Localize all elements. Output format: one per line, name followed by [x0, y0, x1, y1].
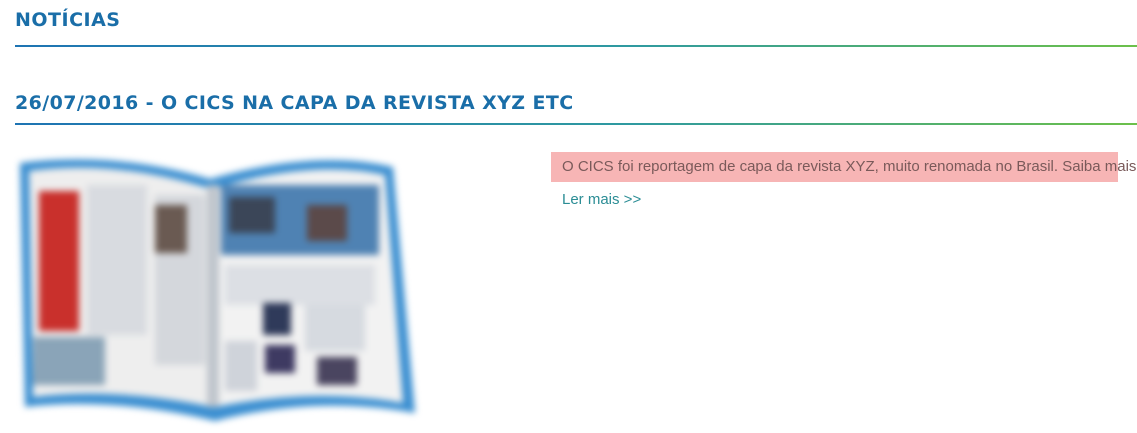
news-title[interactable]: 26/07/2016 - O CICS NA CAPA DA REVISTA X…: [15, 92, 574, 114]
section-divider: [15, 45, 1137, 47]
read-more-link[interactable]: Ler mais >>: [562, 191, 641, 208]
news-divider: [15, 123, 1137, 125]
section-title: NOTÍCIAS: [15, 9, 121, 31]
news-summary: O CICS foi reportagem de capa da revista…: [551, 152, 1136, 182]
news-image-magazine[interactable]: [15, 145, 425, 423]
magazine-illustration: [20, 159, 415, 421]
